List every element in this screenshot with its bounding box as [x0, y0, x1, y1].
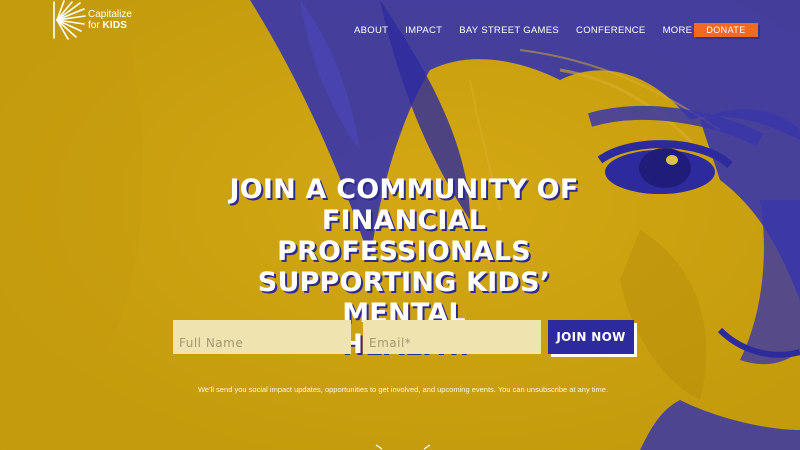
main-nav: ABOUT IMPACT BAY STREET GAMES CONFERENCE… — [354, 23, 721, 37]
scroll-down-icon[interactable] — [372, 444, 432, 450]
hero-heading-line: FINANCIAL PROFESSIONALS — [277, 205, 531, 267]
sunburst-icon — [53, 0, 86, 40]
full-name-input[interactable] — [173, 320, 351, 354]
brand-wordmark: Capitalize for KIDS — [88, 9, 132, 31]
brand-line-2: for KIDS — [88, 20, 132, 31]
nav-item-more-label: MORE — [662, 24, 693, 36]
email-input[interactable] — [363, 320, 541, 354]
nav-item-about[interactable]: ABOUT — [354, 25, 388, 36]
hero-heading-line: JOIN A COMMUNITY OF — [229, 174, 579, 205]
brand-line-2-bold: KIDS — [102, 20, 128, 31]
nav-item-impact[interactable]: IMPACT — [405, 25, 442, 36]
nav-item-conference[interactable]: CONFERENCE — [576, 25, 646, 36]
brand-logo[interactable]: Capitalize for KIDS — [50, 0, 160, 42]
join-now-button[interactable]: JOIN NOW — [548, 320, 634, 354]
donate-button[interactable]: DONATE — [694, 23, 758, 37]
nav-item-bay-street-games[interactable]: BAY STREET GAMES — [459, 25, 559, 36]
brand-line-2-prefix: for — [88, 20, 100, 31]
form-disclaimer: We’ll send you social impact updates, op… — [197, 385, 609, 394]
brand-line-1: Capitalize — [88, 9, 132, 20]
